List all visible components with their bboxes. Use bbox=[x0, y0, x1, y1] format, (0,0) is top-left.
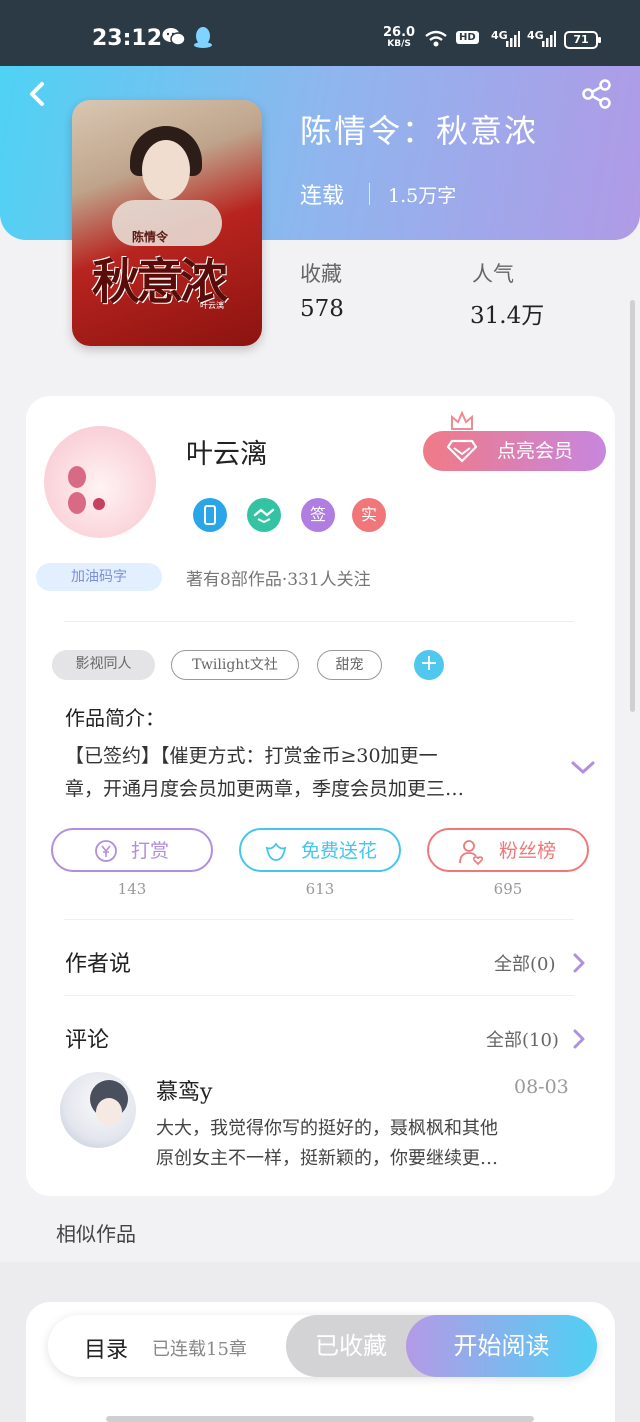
avatar-badge: 加油码字 bbox=[36, 563, 162, 591]
qq-icon bbox=[194, 27, 212, 48]
similar-works-title: 相似作品 bbox=[56, 1222, 136, 1246]
phone-badge-icon[interactable] bbox=[193, 498, 227, 532]
chapter-count: 已连载15章 bbox=[152, 1339, 247, 1360]
intro-text[interactable]: 【已签约】【催更方式：打赏金币≥30加更一 章，开通月度会员加更两章，季度会员加… bbox=[65, 740, 543, 806]
commenter-avatar-face bbox=[96, 1098, 122, 1126]
diamond-icon bbox=[447, 439, 477, 463]
hd-indicator: HD bbox=[456, 31, 479, 44]
author-meta: 著有8部作品·331人关注 bbox=[186, 570, 371, 590]
network-speed: 26.0 KB/S bbox=[383, 26, 415, 49]
comments-all-link[interactable]: 全部(10) bbox=[486, 1026, 559, 1052]
comments-title: 评论 bbox=[65, 1028, 110, 1053]
tip-button[interactable]: 打赏 bbox=[51, 828, 213, 872]
fan-ranking-button[interactable]: 粉丝榜 bbox=[427, 828, 589, 872]
start-reading-button[interactable]: 开始阅读 bbox=[406, 1315, 597, 1377]
send-flower-button-label: 免费送花 bbox=[301, 840, 378, 862]
tag-film-fanfic[interactable]: 影视同人 bbox=[52, 650, 155, 680]
popularity-label: 人气 bbox=[472, 262, 514, 286]
scrollbar[interactable] bbox=[630, 300, 635, 712]
tip-count: 143 bbox=[117, 880, 147, 898]
intro-line: 章，开通月度会员加更两章，季度会员加更三… bbox=[65, 778, 465, 800]
book-title: 陈情令：秋意浓 bbox=[300, 112, 539, 150]
cover-author: 叶云漓 bbox=[200, 301, 224, 310]
flower-icon bbox=[265, 842, 287, 861]
network-speed-value: 26.0 bbox=[383, 25, 416, 40]
chevron-down-icon[interactable] bbox=[570, 758, 596, 778]
comment-text[interactable]: 大大，我觉得你写的挺好的，聂枫枫和其他 原创女主不一样，挺新颖的，你要继续更… bbox=[156, 1114, 556, 1174]
home-indicator[interactable] bbox=[106, 1416, 534, 1422]
verified-badge-icon[interactable]: 实 bbox=[352, 498, 386, 532]
author-says-title: 作者说 bbox=[65, 952, 132, 977]
divider bbox=[64, 621, 574, 622]
avatar-eyes bbox=[68, 466, 132, 514]
chevron-left-icon[interactable] bbox=[24, 80, 52, 108]
battery-icon: 71 bbox=[564, 31, 601, 49]
comment-date: 08-03 bbox=[514, 1076, 569, 1098]
network-speed-unit: KB/S bbox=[387, 39, 411, 49]
divider bbox=[64, 919, 574, 920]
signal-icon bbox=[542, 31, 556, 47]
tag-sweet[interactable]: 甜宠 bbox=[317, 650, 382, 680]
divider bbox=[369, 183, 370, 205]
toc-button[interactable]: 目录 bbox=[84, 1332, 128, 1364]
intro-title: 作品简介： bbox=[65, 706, 165, 730]
flower-count: 613 bbox=[305, 880, 335, 898]
book-status: 连载 bbox=[300, 184, 345, 209]
divider bbox=[64, 995, 574, 996]
crown-icon bbox=[451, 411, 473, 430]
chevron-right-icon[interactable] bbox=[570, 1027, 588, 1051]
wechat-icon bbox=[162, 28, 186, 46]
yen-icon bbox=[95, 840, 117, 862]
author-says-all-link[interactable]: 全部(0) bbox=[494, 950, 556, 976]
comment-line: 大大，我觉得你写的挺好的，聂枫枫和其他 bbox=[156, 1118, 498, 1139]
commenter-avatar[interactable] bbox=[60, 1072, 136, 1148]
signal-icon bbox=[506, 31, 520, 47]
avatar-mouth bbox=[93, 498, 105, 510]
wifi-icon bbox=[425, 30, 447, 47]
tip-button-label: 打赏 bbox=[131, 840, 170, 862]
fan-count: 695 bbox=[493, 880, 523, 898]
vip-button-label: 点亮会员 bbox=[497, 440, 574, 462]
intro-line: 【已签约】【催更方式：打赏金币≥30加更一 bbox=[65, 745, 438, 767]
avatar[interactable] bbox=[44, 426, 156, 538]
user-heart-icon bbox=[459, 840, 484, 866]
cover-face bbox=[142, 140, 190, 200]
tag-twilight[interactable]: Twilight文社 bbox=[171, 650, 299, 680]
add-tag-button[interactable]: + bbox=[414, 650, 444, 680]
fan-ranking-button-label: 粉丝榜 bbox=[499, 840, 557, 862]
handshake-badge-icon[interactable] bbox=[247, 498, 281, 532]
author-name[interactable]: 叶云漓 bbox=[186, 432, 267, 471]
status-time: 23:12 bbox=[92, 26, 163, 51]
favorites-label: 收藏 bbox=[300, 262, 342, 286]
vip-button[interactable]: 点亮会员 bbox=[423, 431, 606, 471]
share-icon[interactable] bbox=[581, 78, 613, 110]
chevron-right-icon[interactable] bbox=[570, 951, 588, 975]
book-cover[interactable]: 陈情令 秋意浓 叶云漓 bbox=[72, 100, 262, 346]
popularity-value: 31.4万 bbox=[470, 303, 545, 329]
status-bar: 23:12 26.0 KB/S HD 4G 4G 71 bbox=[0, 0, 640, 66]
commenter-name[interactable]: 慕鸾y bbox=[156, 1074, 212, 1106]
favorites-value: 578 bbox=[300, 296, 344, 322]
send-flower-button[interactable]: 免费送花 bbox=[239, 828, 401, 872]
comment-line: 原创女主不一样，挺新颖的，你要继续更… bbox=[156, 1148, 498, 1169]
signed-badge-icon[interactable]: 签 bbox=[301, 498, 335, 532]
word-count: 1.5万字 bbox=[388, 185, 457, 207]
